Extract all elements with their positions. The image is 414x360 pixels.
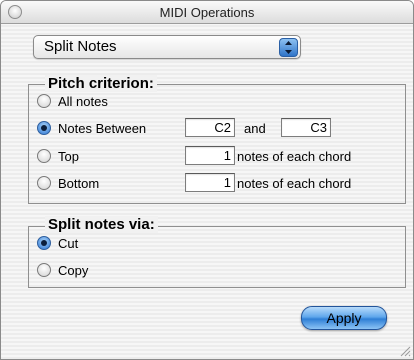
low-note-field[interactable]: C2 [185,118,235,137]
radio-copy-label: Copy [58,263,89,278]
top-suffix-label: notes of each chord [237,149,352,164]
radio-button-icon[interactable] [37,236,51,250]
bottom-suffix-label: notes of each chord [237,176,352,191]
pitch-criterion-title: Pitch criterion: [45,75,157,92]
split-via-group [28,226,406,288]
title-bar[interactable]: MIDI Operations [1,1,413,24]
midi-operations-window: MIDI Operations Split Notes Pitch criter… [0,0,414,360]
and-label: and [244,121,266,136]
radio-cut-label: Cut [58,236,79,251]
radio-all-notes-label: All notes [58,94,108,109]
split-via-title: Split notes via: [45,216,158,233]
apply-button[interactable]: Apply [301,306,387,330]
radio-notes-between-label: Notes Between [58,121,147,136]
popup-arrows-icon [279,38,298,57]
bottom-count-field[interactable]: 1 [185,173,235,192]
resize-grip-icon[interactable] [399,345,411,357]
operation-popup-value: Split Notes [44,38,117,55]
radio-button-icon[interactable] [37,121,51,135]
radio-button-icon[interactable] [37,149,51,163]
high-note-field[interactable]: C3 [281,118,331,137]
radio-button-icon[interactable] [37,94,51,108]
window-title: MIDI Operations [159,5,255,20]
radio-button-icon[interactable] [37,263,51,277]
operation-popup[interactable]: Split Notes [33,35,301,59]
top-count-field[interactable]: 1 [185,146,235,165]
radio-button-icon[interactable] [37,176,51,190]
radio-bottom-label: Bottom [58,176,100,191]
radio-top-label: Top [58,149,79,164]
